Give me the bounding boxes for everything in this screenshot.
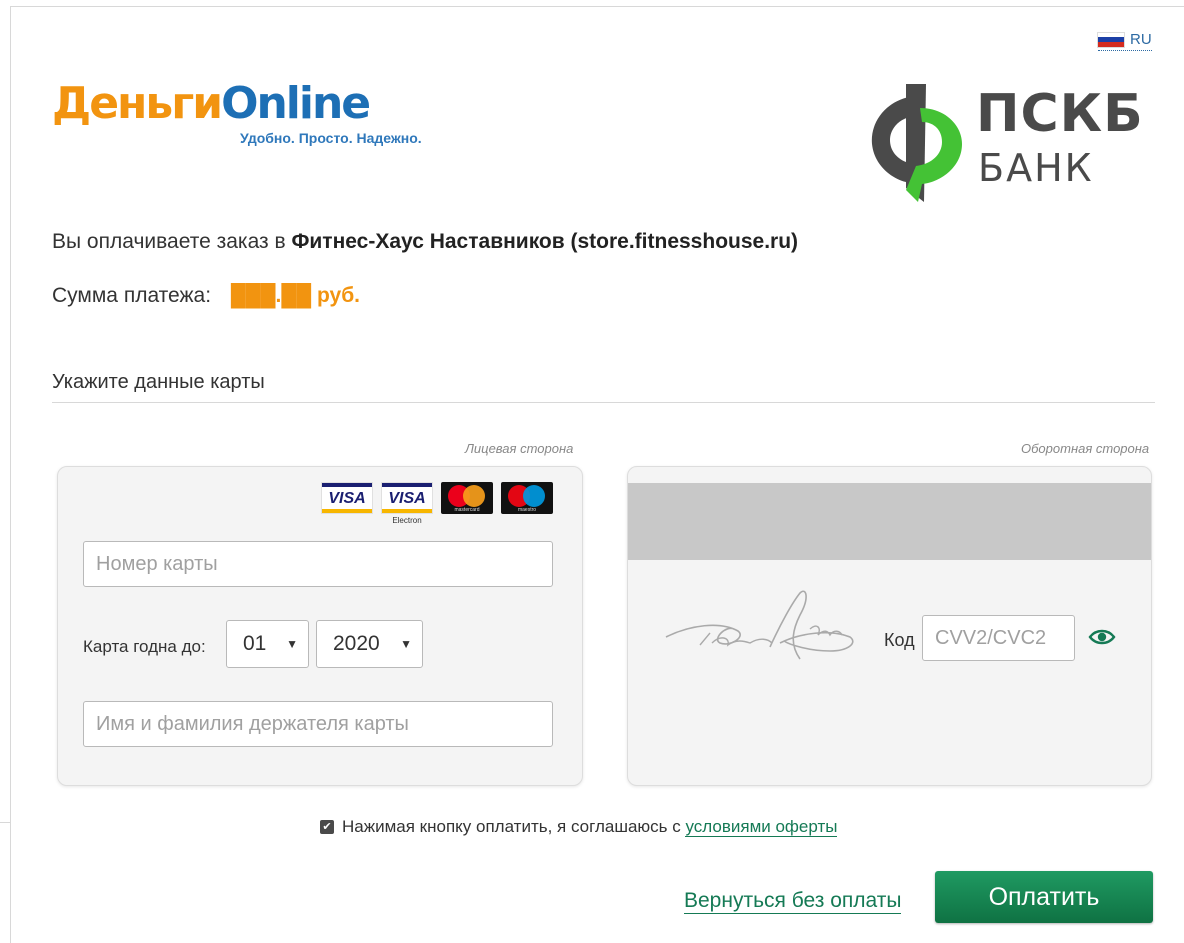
visa-electron-icon: VISA Electron <box>381 482 433 525</box>
offer-agreement: ✔ Нажимая кнопку оплатить, я соглашаюсь … <box>320 817 838 837</box>
frame-divider <box>0 822 10 823</box>
card-front-panel: VISA VISA Electron mastercard maestro Ка… <box>57 466 583 786</box>
card-number-input[interactable] <box>83 541 553 587</box>
bank-name-secondary: БАНК <box>978 146 1094 190</box>
front-side-label: Лицевая сторона <box>465 441 574 456</box>
order-description: Вы оплачиваете заказ в Фитнес-Хаус Наста… <box>52 230 798 254</box>
maestro-caption: maestro <box>517 507 537 513</box>
maestro-icon: maestro <box>501 482 553 514</box>
card-back-panel: Код <box>627 466 1152 786</box>
bank-name-primary: ПСКБ <box>976 84 1144 144</box>
magnetic-stripe <box>628 483 1151 560</box>
cvv-input[interactable] <box>922 615 1075 661</box>
visa-icon: VISA <box>321 482 373 514</box>
visa-text: VISA <box>328 490 366 507</box>
signature-image <box>665 590 854 660</box>
payment-amount-row: Сумма платежа: ███.██ руб. <box>52 284 360 308</box>
eye-icon[interactable] <box>1088 627 1116 647</box>
electron-caption: Electron <box>392 516 422 525</box>
back-side-label: Оборотная сторона <box>1021 441 1150 456</box>
pay-button[interactable]: Оплатить <box>935 871 1153 923</box>
pskb-emblem-icon <box>871 84 962 202</box>
card-section-title: Укажите данные карты <box>52 371 265 393</box>
dropdown-arrow-icon: ▼ <box>286 637 298 651</box>
section-divider <box>52 402 1155 403</box>
order-prefix: Вы оплачиваете заказ в <box>52 230 292 253</box>
offer-terms-link[interactable]: условиями оферты <box>685 817 838 837</box>
expiry-month-value: 01 <box>243 632 267 655</box>
logo-text-dengi: Деньги <box>52 78 223 129</box>
agreement-text: Нажимая кнопку оплатить, я соглашаюсь с <box>342 817 686 836</box>
logo-tagline: Удобно. Просто. Надежно. <box>240 130 422 146</box>
frame-border-left <box>10 6 11 943</box>
expiry-year-value: 2020 <box>333 632 380 655</box>
agreement-checkbox[interactable]: ✔ <box>320 820 334 834</box>
payment-systems-logos: VISA VISA Electron mastercard maestro <box>321 482 553 525</box>
amount-value: ███.██ руб. <box>230 284 361 307</box>
mastercard-icon: mastercard <box>441 482 493 514</box>
mastercard-caption: mastercard <box>454 507 480 513</box>
pskb-bank-logo: ПСКБ БАНК <box>866 82 1156 202</box>
visa-electron-text: VISA <box>388 490 426 507</box>
return-without-payment-link[interactable]: Вернуться без оплаты <box>684 889 902 914</box>
expiry-month-select[interactable]: 01 ▼ <box>226 620 309 668</box>
russia-flag-icon <box>1098 32 1124 47</box>
language-selector[interactable]: RU <box>1098 31 1152 51</box>
dengi-online-logo: ДеньгиOnline Удобно. Просто. Надежно. <box>52 78 422 147</box>
merchant-name: Фитнес-Хаус Наставников (store.fitnessho… <box>291 230 799 253</box>
frame-border-top <box>10 6 1184 7</box>
logo-text-online: Online <box>221 78 371 129</box>
expiry-label: Карта годна до: <box>83 637 206 656</box>
expiry-year-select[interactable]: 2020 ▼ <box>316 620 423 668</box>
dropdown-arrow-icon: ▼ <box>400 637 412 651</box>
language-code: RU <box>1130 31 1152 48</box>
amount-label: Сумма платежа: <box>52 284 212 307</box>
cardholder-name-input[interactable] <box>83 701 553 747</box>
cvv-label: Код <box>884 630 915 650</box>
